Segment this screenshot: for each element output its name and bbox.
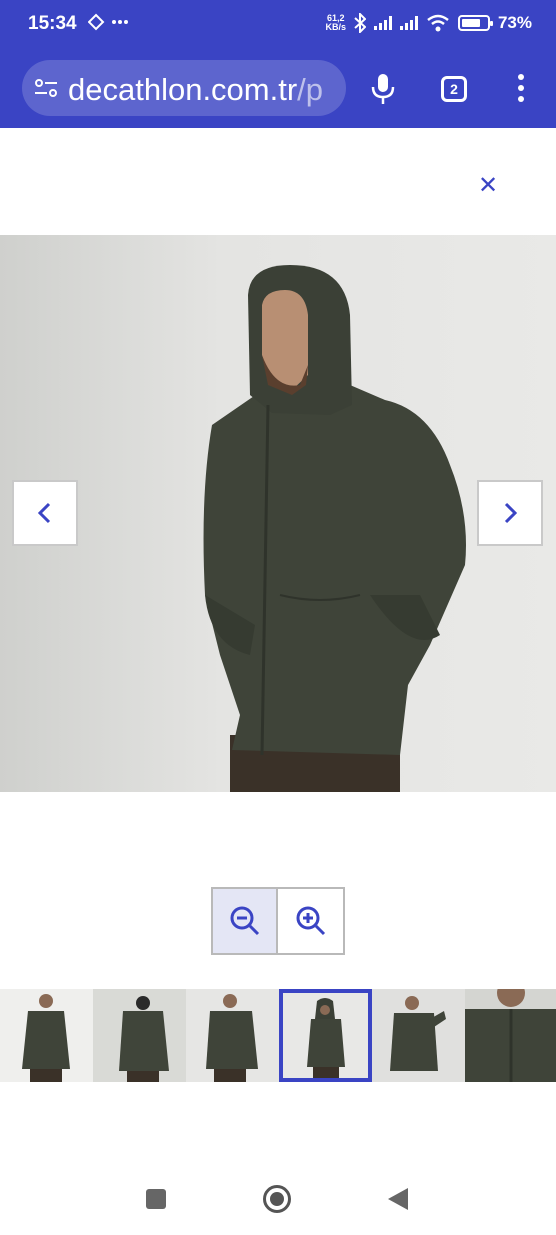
zoom-out-icon xyxy=(230,906,259,936)
navigation-diamond-icon xyxy=(87,13,128,31)
status-right: 61,2 KB/s 73% xyxy=(325,13,532,33)
thumbnail-side[interactable] xyxy=(186,989,279,1082)
zoom-in-icon xyxy=(296,906,325,936)
back-button[interactable] xyxy=(388,1188,408,1210)
wifi-icon xyxy=(427,14,449,32)
address-bar[interactable]: decathlon.com.tr/p xyxy=(22,60,346,116)
next-image-button[interactable] xyxy=(477,480,543,546)
battery-percent: 73% xyxy=(497,13,532,32)
zoom-controls xyxy=(211,887,345,955)
thumbnail-hooded[interactable] xyxy=(279,989,372,1082)
network-speed: 61,2 KB/s xyxy=(325,13,346,32)
site-settings-icon[interactable] xyxy=(34,78,58,98)
thumbnail-front[interactable] xyxy=(0,989,93,1082)
status-time: 15:34 xyxy=(28,13,77,34)
recents-button[interactable] xyxy=(146,1189,166,1209)
tab-switcher-button[interactable]: 2 xyxy=(441,76,467,102)
battery-icon xyxy=(457,15,493,31)
signal-2-icon xyxy=(399,16,418,30)
more-options-icon[interactable] xyxy=(516,74,526,104)
signal-1-icon xyxy=(373,16,392,30)
browser-header: 15:34 61,2 KB/s 73% decathlon.com.tr/p 2 xyxy=(0,0,556,128)
thumbnail-adjusting[interactable] xyxy=(372,989,465,1082)
jacket-photo xyxy=(203,265,466,792)
close-icon[interactable]: ✕ xyxy=(476,174,500,198)
chevron-left-icon xyxy=(37,502,51,524)
notification-icons xyxy=(87,13,128,36)
system-navigation-bar xyxy=(0,1160,556,1235)
zoom-in-button[interactable] xyxy=(278,889,343,953)
chevron-right-icon xyxy=(504,502,518,524)
bluetooth-icon xyxy=(354,13,366,33)
thumbnail-strip xyxy=(0,989,556,1082)
battery-fill xyxy=(461,19,480,27)
previous-image-button[interactable] xyxy=(12,480,78,546)
thumbnail-closeup[interactable] xyxy=(465,989,556,1082)
zoom-out-button[interactable] xyxy=(213,889,278,953)
product-main-image[interactable] xyxy=(0,235,556,792)
thumbnail-back[interactable] xyxy=(93,989,186,1082)
status-bar: 15:34 61,2 KB/s 73% xyxy=(0,0,556,50)
home-button[interactable] xyxy=(263,1185,291,1213)
url-text[interactable]: decathlon.com.tr/p xyxy=(68,72,323,108)
microphone-icon[interactable] xyxy=(370,72,396,106)
